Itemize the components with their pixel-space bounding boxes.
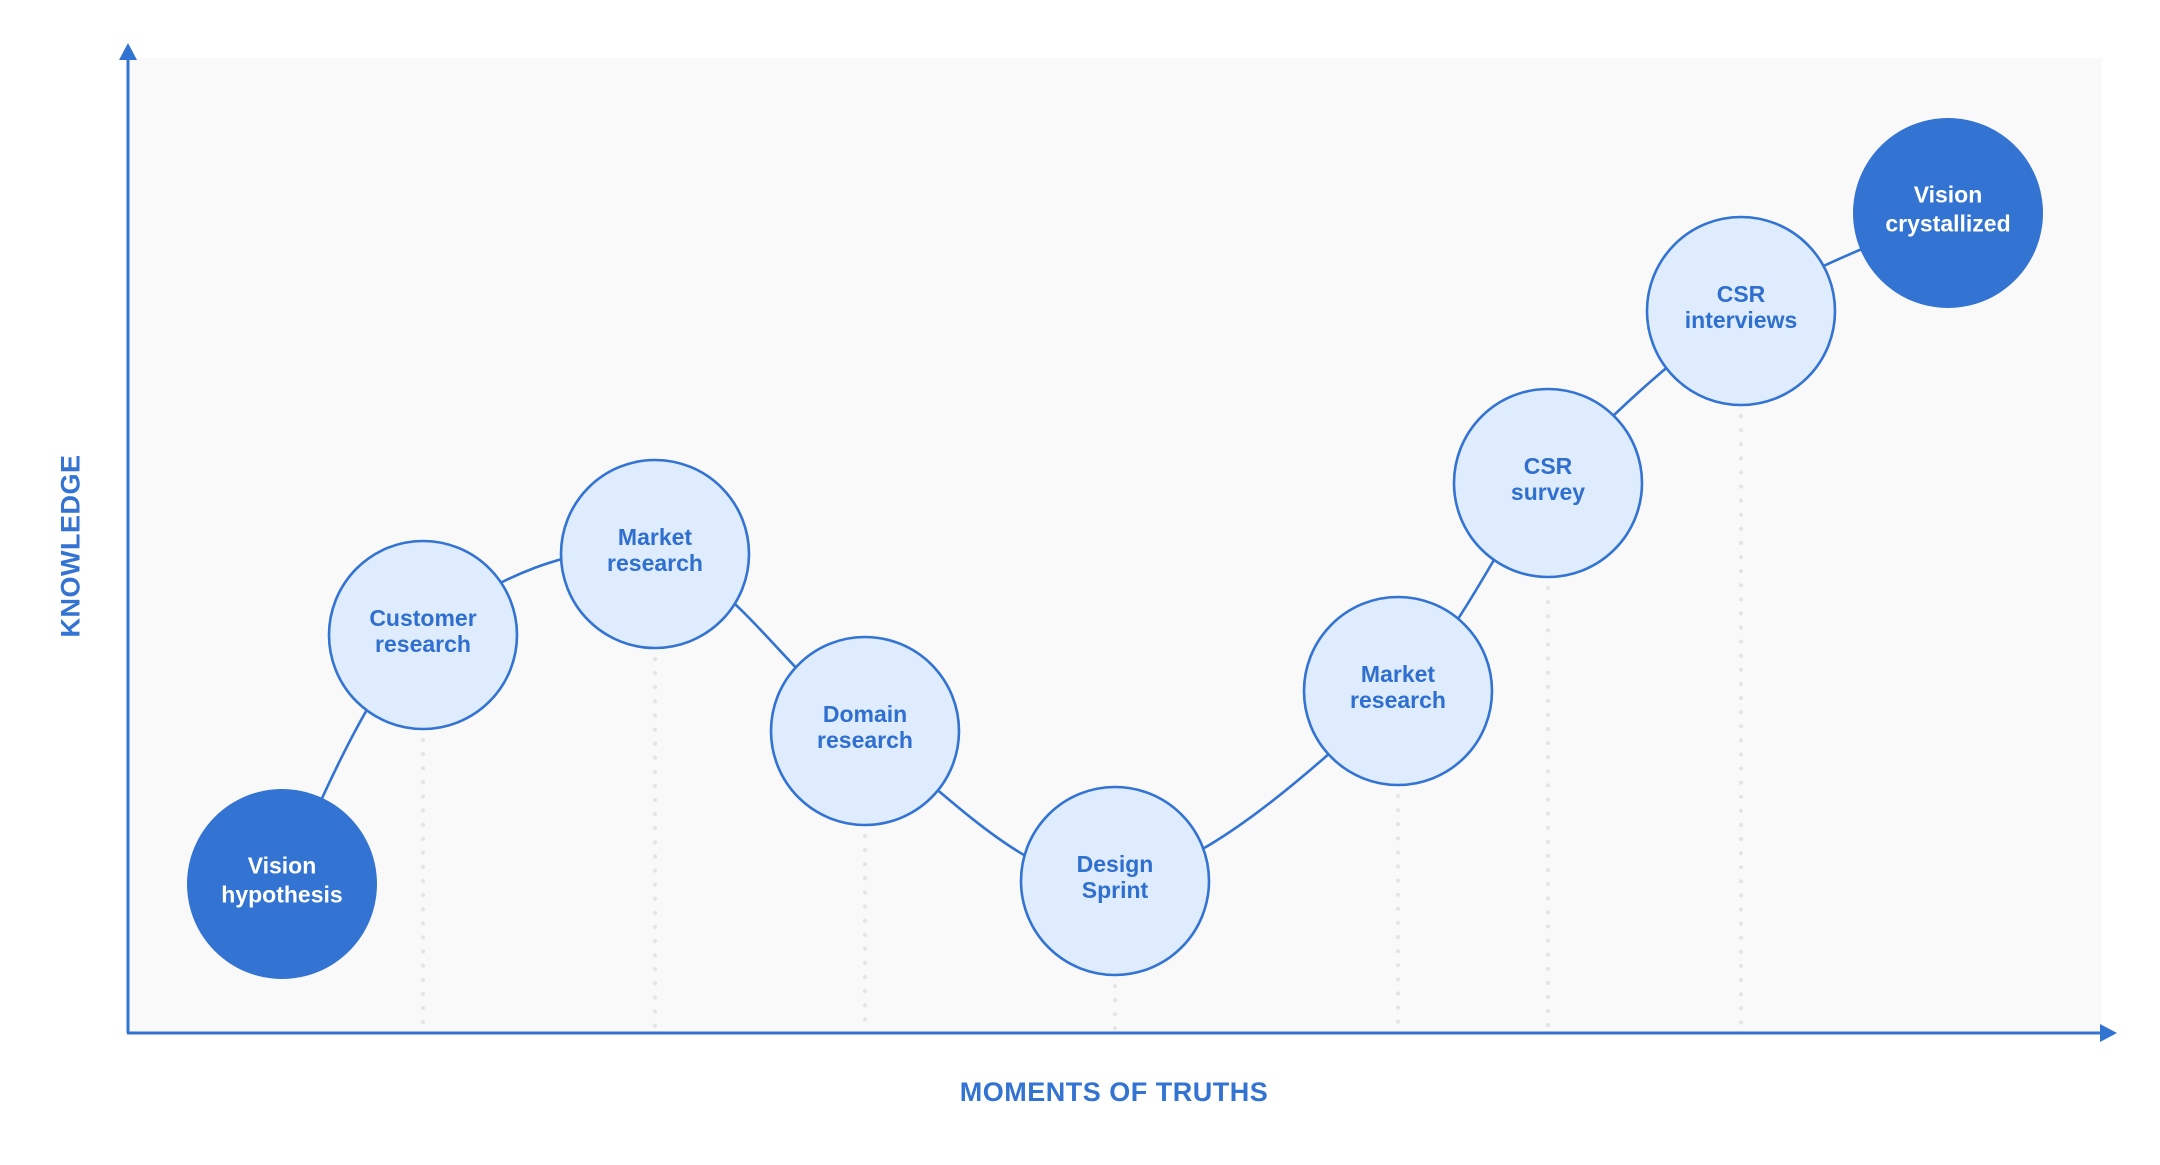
- node-label: research: [817, 727, 913, 753]
- node-label: Domain: [823, 701, 907, 727]
- node-label: Sprint: [1082, 877, 1149, 903]
- node-label: CSR: [1717, 281, 1766, 307]
- node-domain-research: Domainresearch: [769, 635, 961, 827]
- node-label: crystallized: [1885, 211, 2010, 237]
- node-label: Customer: [369, 605, 476, 631]
- node-label: research: [1350, 687, 1446, 713]
- y-axis-title: KNOWLEDGE: [55, 454, 86, 638]
- node-label: Market: [618, 524, 692, 550]
- knowledge-journey-diagram: Vision hypothesis Customer research Market re…: [0, 0, 2160, 1160]
- node-csr-survey: CSRsurvey: [1452, 387, 1644, 579]
- node-vision-hypothesis: Vision hypothesis: [187, 789, 377, 979]
- node-label: research: [375, 631, 471, 657]
- x-axis-arrow-icon: [2100, 1024, 2117, 1042]
- node-label: Market: [1361, 661, 1435, 687]
- node-market-research-1: Marketresearch: [559, 458, 751, 650]
- node-label: Vision: [248, 853, 317, 879]
- node-label: hypothesis: [221, 882, 342, 908]
- diagram-canvas: VisionhypothesisCustomerresearchMarketre…: [119, 43, 2117, 1042]
- node-csr-interviews: CSRinterviews: [1645, 215, 1837, 407]
- node-label: Vision: [1914, 182, 1983, 208]
- node-label: research: [607, 550, 703, 576]
- node-label: survey: [1511, 479, 1585, 505]
- node-design-sprint: DesignSprint: [1019, 785, 1211, 977]
- node-customer-research: Customerresearch: [327, 539, 519, 731]
- node-label: CSR: [1524, 453, 1573, 479]
- y-axis-arrow-icon: [119, 43, 137, 60]
- node-market-research-2: Marketresearch: [1302, 595, 1494, 787]
- node-label: Design: [1077, 851, 1154, 877]
- node-label: interviews: [1685, 307, 1798, 333]
- x-axis-title: MOMENTS OF TRUTHS: [959, 1077, 1269, 1107]
- node-vision-crystallized: Vision crystallized: [1853, 118, 2043, 308]
